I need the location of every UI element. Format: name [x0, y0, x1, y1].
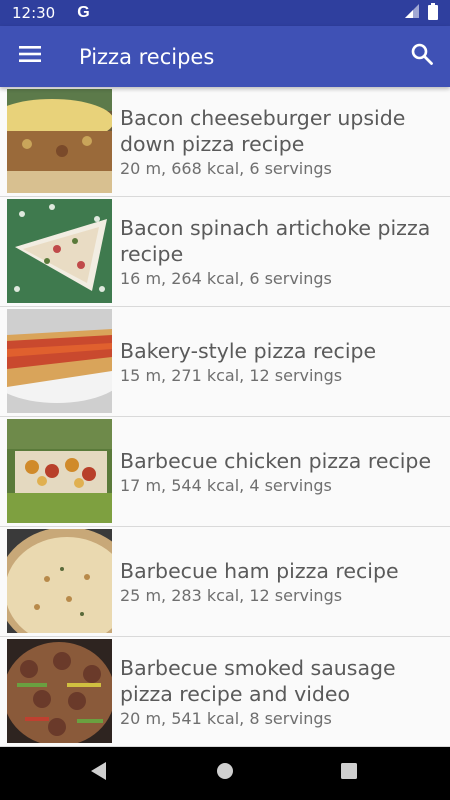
- search-icon: [411, 43, 433, 70]
- search-button[interactable]: [394, 26, 450, 87]
- navigation-bar: [0, 747, 450, 800]
- google-g-icon: G: [77, 4, 90, 21]
- recipe-thumbnail: [7, 89, 112, 193]
- recipe-title: Barbecue ham pizza recipe: [120, 558, 399, 583]
- recipe-item[interactable]: Barbecue smoked sausage pizza recipe and…: [0, 637, 450, 747]
- status-icons: [404, 2, 438, 24]
- signal-icon: [404, 3, 420, 23]
- recipe-meta: 17 m, 544 kcal, 4 servings: [120, 475, 332, 495]
- recipe-item[interactable]: Bakery-style pizza recipe 15 m, 271 kcal…: [0, 307, 450, 417]
- recipe-meta: 20 m, 541 kcal, 8 servings: [120, 708, 332, 728]
- battery-icon: [428, 2, 438, 24]
- back-icon: [91, 762, 107, 785]
- recipe-list[interactable]: Bacon cheeseburger upside down pizza rec…: [0, 87, 450, 747]
- recipe-title: Bacon cheeseburger upside down pizza rec…: [120, 105, 406, 156]
- recipe-item[interactable]: Bacon cheeseburger upside down pizza rec…: [0, 87, 450, 197]
- recipe-item[interactable]: Bacon spinach artichoke pizza recipe 16 …: [0, 197, 450, 307]
- recipe-title: Barbecue chicken pizza recipe: [120, 448, 432, 473]
- recipe-thumbnail: [7, 639, 112, 743]
- recipe-thumbnail: [7, 529, 112, 633]
- recipe-item[interactable]: Barbecue chicken pizza recipe 17 m, 544 …: [0, 417, 450, 527]
- app-bar: Pizza recipes: [0, 26, 450, 87]
- status-time: 12:30: [12, 4, 56, 22]
- recipe-meta: 20 m, 668 kcal, 6 servings: [120, 158, 332, 178]
- recipe-thumbnail: [7, 419, 112, 523]
- recipe-title: Bakery-style pizza recipe: [120, 338, 377, 363]
- recipe-thumbnail: [7, 199, 112, 303]
- recipe-title: Barbecue smoked sausage pizza recipe and…: [120, 655, 396, 706]
- recipe-meta: 15 m, 271 kcal, 12 servings: [120, 365, 343, 385]
- menu-icon: [19, 45, 41, 68]
- page-title: Pizza recipes: [79, 44, 215, 69]
- recipe-meta: 25 m, 283 kcal, 12 servings: [120, 585, 343, 605]
- recents-button[interactable]: [319, 747, 379, 800]
- status-bar: 12:30 G: [0, 0, 450, 26]
- recipe-title: Bacon spinach artichoke pizza recipe: [120, 215, 431, 266]
- recipe-thumbnail: [7, 309, 112, 413]
- recipe-meta: 16 m, 264 kcal, 6 servings: [120, 268, 332, 288]
- menu-button[interactable]: [0, 26, 60, 87]
- home-icon: [216, 762, 234, 785]
- home-button[interactable]: [195, 747, 255, 800]
- recipe-item[interactable]: Barbecue ham pizza recipe 25 m, 283 kcal…: [0, 527, 450, 637]
- recents-icon: [341, 763, 357, 784]
- back-button[interactable]: [69, 747, 129, 800]
